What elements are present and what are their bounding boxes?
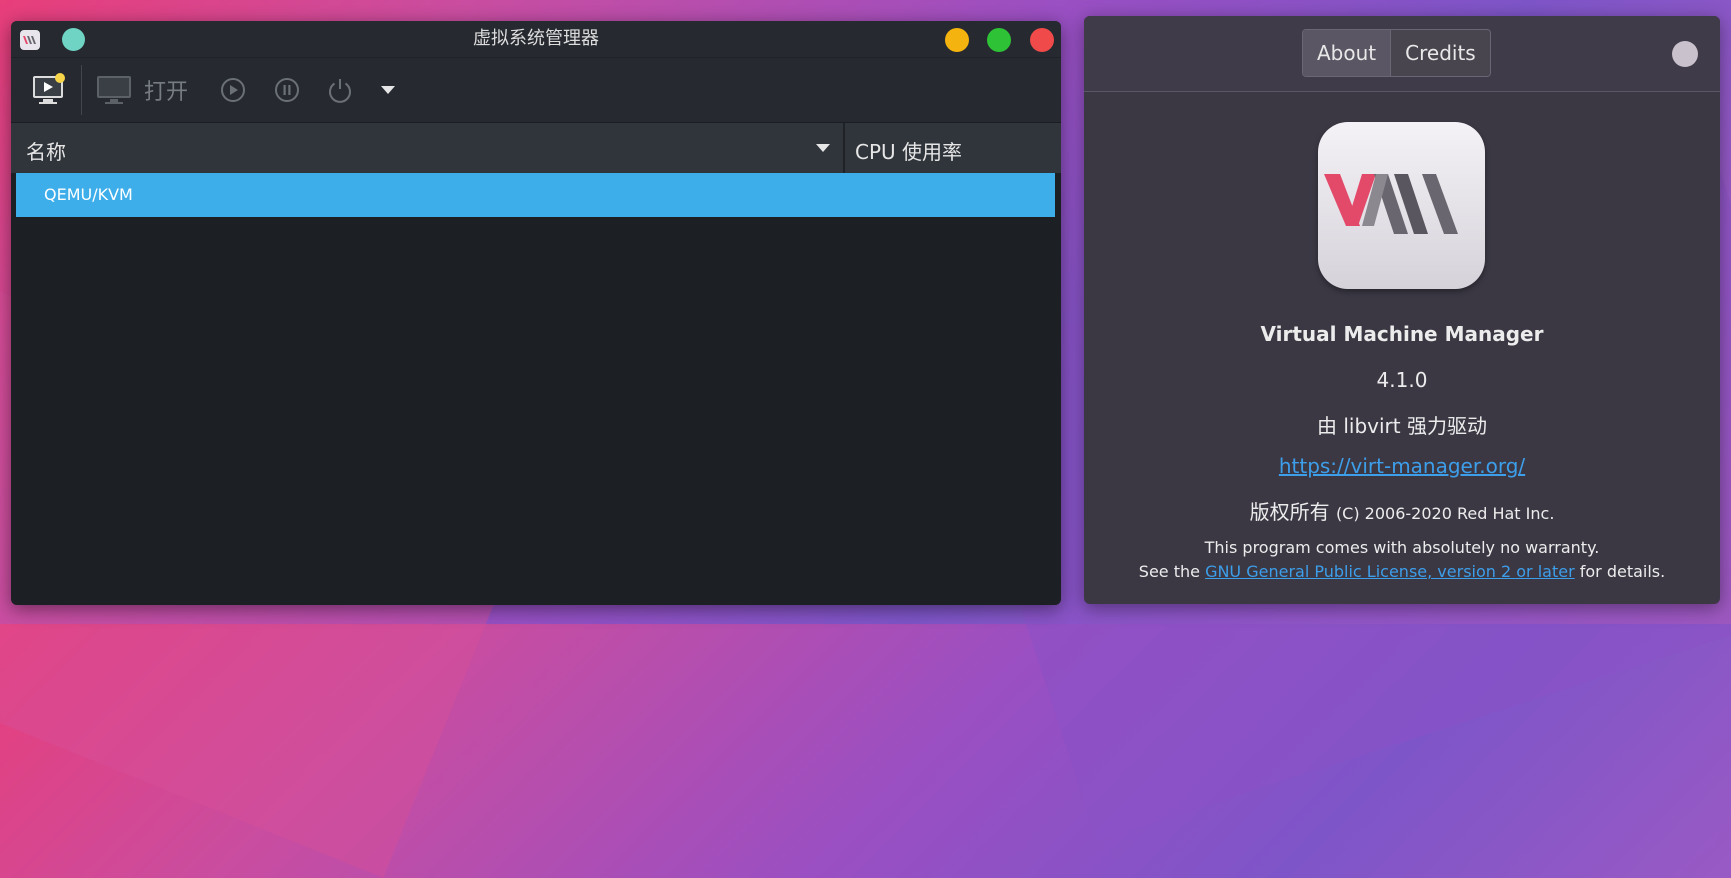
- open-label: 打开: [144, 80, 189, 105]
- powered-by: 由 libvirt 强力驱动: [1317, 414, 1487, 438]
- copyright-text: (C) 2006-2020 Red Hat Inc.: [1335, 504, 1555, 523]
- pause-icon: [275, 78, 299, 102]
- toolbar: 打开: [11, 57, 1061, 122]
- chevron-down-icon: [381, 86, 395, 94]
- open-button[interactable]: 打开: [96, 72, 188, 108]
- column-name-label: 名称: [26, 140, 66, 164]
- about-dialog: About Credits Virtual Machine Manager 4.…: [1084, 16, 1720, 604]
- copyright: 版权所有 (C) 2006-2020 Red Hat Inc.: [1084, 496, 1720, 525]
- main-window: 虚拟系统管理器 打开 名称 CPU 使用率 QEMU/KVM: [11, 21, 1061, 605]
- shutdown-button[interactable]: [326, 76, 354, 104]
- website-line: https://virt-manager.org/: [1084, 454, 1720, 478]
- table-row[interactable]: QEMU/KVM: [16, 173, 1055, 217]
- license-line: See the GNU General Public License, vers…: [1084, 562, 1720, 581]
- license-prefix: See the: [1138, 562, 1206, 581]
- table-header: 名称 CPU 使用率: [11, 122, 1061, 173]
- app-name: Virtual Machine Manager: [1260, 322, 1544, 346]
- monitor-icon: [97, 76, 131, 104]
- connection-name: QEMU/KVM: [44, 185, 133, 204]
- toolbar-separator: [81, 65, 82, 115]
- tab-about[interactable]: About: [1303, 30, 1391, 76]
- run-button[interactable]: [219, 76, 247, 104]
- about-tabs: About Credits: [1302, 29, 1491, 77]
- new-vm-button[interactable]: [31, 71, 67, 107]
- power-icon: [329, 79, 351, 103]
- license-suffix: for details.: [1574, 562, 1666, 581]
- about-header: About Credits: [1084, 16, 1720, 92]
- play-icon: [221, 78, 245, 102]
- sort-arrow-icon: [816, 144, 830, 152]
- close-button[interactable]: [1030, 28, 1054, 52]
- tab-credits[interactable]: Credits: [1390, 30, 1490, 76]
- column-cpu-label: CPU 使用率: [855, 140, 963, 164]
- column-header-name[interactable]: 名称: [16, 123, 845, 173]
- pause-button[interactable]: [273, 76, 301, 104]
- website-link[interactable]: https://virt-manager.org/: [1279, 454, 1525, 478]
- app-version: 4.1.0: [1376, 368, 1428, 392]
- minimize-button[interactable]: [945, 28, 969, 52]
- maximize-button[interactable]: [987, 28, 1011, 52]
- window-title: 虚拟系统管理器: [473, 28, 599, 49]
- license-link[interactable]: GNU General Public License, version 2 or…: [1205, 562, 1575, 581]
- titlebar: 虚拟系统管理器: [11, 21, 1061, 57]
- about-close-button[interactable]: [1672, 41, 1698, 67]
- warranty-text: This program comes with absolutely no wa…: [1204, 538, 1600, 557]
- new-vm-icon: [33, 73, 65, 104]
- shutdown-menu-button[interactable]: [381, 84, 395, 96]
- copyright-prefix: 版权所有: [1249, 500, 1330, 524]
- app-logo: [1318, 122, 1485, 289]
